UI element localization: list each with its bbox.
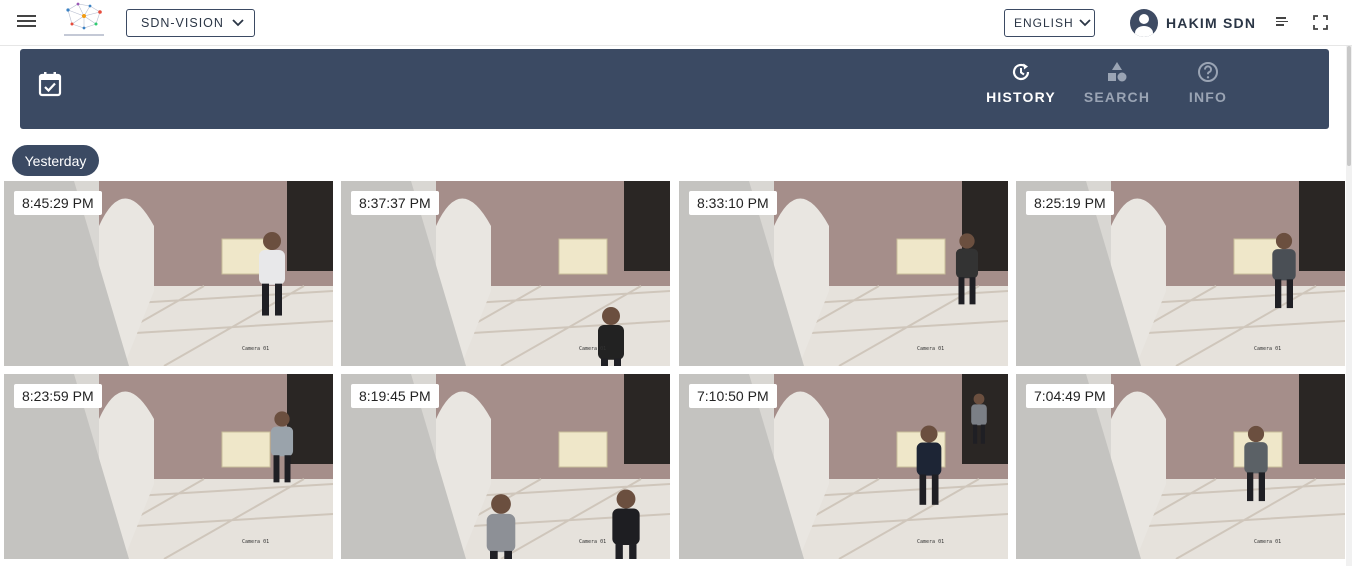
snapshot-time: 7:04:49 PM [1026,384,1114,408]
snapshot-time: 8:25:19 PM [1026,191,1114,215]
history-toolbar: HISTORY SEARCH INFO [20,49,1329,129]
snapshot-time: 7:10:50 PM [689,384,777,408]
tab-info-label: INFO [1188,89,1228,105]
snapshot-time: 8:19:45 PM [351,384,439,408]
snapshot-card[interactable]: 8:33:10 PM Camera 01 [679,181,1008,366]
fullscreen-icon[interactable] [1313,15,1328,30]
snapshot-time: 8:45:29 PM [14,191,102,215]
snapshot-card[interactable]: 7:10:50 PM Camera 01 [679,374,1008,559]
scrollbar-thumb[interactable] [1347,46,1351,166]
tab-info[interactable]: INFO [1180,61,1236,117]
snapshot-card[interactable]: 7:04:49 PM Camera 01 [1016,374,1345,559]
app-logo [64,2,104,36]
project-dropdown[interactable]: SDN-VISION [126,9,255,37]
camera-label: Camera 01 [579,346,607,352]
language-dropdown-label: ENGLISH [1014,16,1074,30]
help-circle-icon [1198,62,1218,82]
camera-label: Camera 01 [1254,346,1282,352]
tab-search[interactable]: SEARCH [1082,61,1152,117]
hamburger-menu-icon[interactable] [17,13,39,33]
calendar-check-icon[interactable] [38,71,62,97]
snapshot-time: 8:23:59 PM [14,384,102,408]
page-scrollbar[interactable] [1346,46,1352,566]
snapshot-time: 8:37:37 PM [351,191,439,215]
camera-label: Camera 01 [1254,539,1282,545]
user-name: HAKIM SDN [1166,15,1257,31]
snapshot-card[interactable]: 8:19:45 PM Camera 01 [341,374,670,559]
chevron-down-icon [1079,19,1091,27]
camera-label: Camera 01 [917,346,945,352]
snapshot-card[interactable]: 8:25:19 PM Camera 01 [1016,181,1345,366]
camera-label: Camera 01 [242,539,270,545]
camera-label: Camera 01 [917,539,945,545]
chevron-down-icon [232,19,244,27]
language-dropdown[interactable]: ENGLISH [1004,9,1095,37]
user-avatar-icon [1130,9,1158,37]
camera-label: Camera 01 [579,539,607,545]
project-dropdown-label: SDN-VISION [141,16,224,30]
snapshot-time: 8:33:10 PM [689,191,777,215]
user-menu[interactable]: HAKIM SDN [1130,9,1256,37]
history-icon [1012,63,1030,81]
snapshot-card[interactable]: 8:45:29 PM Camera 01 [4,181,333,366]
snapshot-card[interactable]: 8:23:59 PM Camera 01 [4,374,333,559]
top-bar: SDN-VISION ENGLISH HAKIM SDN [0,0,1352,46]
day-group-chip[interactable]: Yesterday [12,145,99,176]
tab-search-label: SEARCH [1083,89,1151,105]
tab-history[interactable]: HISTORY [986,61,1056,117]
notes-icon[interactable] [1276,17,1290,29]
tab-history-label: HISTORY [986,89,1056,105]
camera-label: Camera 01 [242,346,270,352]
shapes-icon [1108,62,1127,82]
snapshot-card[interactable]: 8:37:37 PM Camera 01 [341,181,670,366]
